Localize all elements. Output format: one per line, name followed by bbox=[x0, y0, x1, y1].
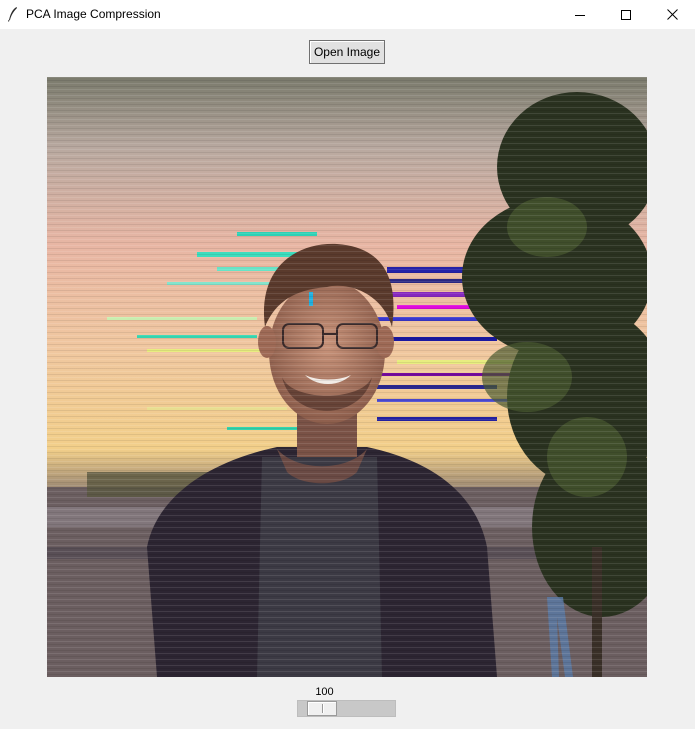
close-button[interactable] bbox=[649, 0, 695, 29]
compressed-portrait-image bbox=[47, 77, 647, 677]
slider-thumb[interactable] bbox=[307, 701, 337, 716]
window-title: PCA Image Compression bbox=[26, 7, 161, 21]
slider-value-label: 100 bbox=[315, 686, 334, 698]
close-icon bbox=[666, 9, 678, 20]
compressed-image bbox=[47, 77, 647, 677]
maximize-button[interactable] bbox=[603, 0, 649, 29]
open-image-button[interactable]: Open Image bbox=[309, 40, 385, 64]
title-bar[interactable]: PCA Image Compression bbox=[0, 0, 695, 29]
minimize-button[interactable] bbox=[557, 0, 603, 29]
minimize-icon bbox=[575, 14, 585, 16]
app-window: PCA Image Compression Open Image 100 bbox=[0, 0, 695, 729]
maximize-icon bbox=[621, 9, 631, 20]
feather-icon bbox=[8, 7, 17, 22]
